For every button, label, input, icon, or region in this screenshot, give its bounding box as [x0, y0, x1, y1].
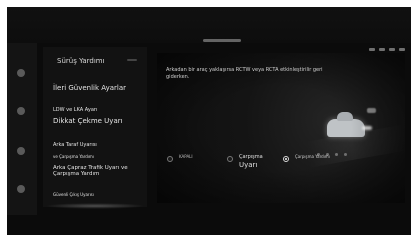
option-collision-assist[interactable]: Çarpışma Yardımı	[283, 154, 330, 162]
panel-title: Sürüş Yardımı	[57, 57, 105, 65]
description-text: Arkadan bir araç yaklaşırsa RCTW veya RC…	[166, 67, 323, 80]
option-label-line1: Çarpışma	[239, 154, 263, 160]
option-collision-warning[interactable]: Çarpışma Uyarı	[227, 154, 263, 169]
option-label: Çarpışma Yardımı	[295, 154, 330, 159]
status-icon	[369, 48, 375, 51]
radio-icon[interactable]	[227, 156, 233, 162]
nav-icon[interactable]	[17, 69, 25, 77]
radio-icon[interactable]	[167, 156, 173, 162]
radio-selected-icon[interactable]	[283, 156, 289, 162]
menu-item-rear-warning[interactable]: Arka Taraf Uyarısı	[53, 142, 145, 148]
panel-title-bar	[127, 59, 137, 61]
menu-item-safe-exit[interactable]: Güvenli Çıkış Uyarısı	[53, 192, 145, 197]
panel-glow	[45, 203, 145, 209]
menu-item-ldw-lka[interactable]: LDW ve LKA Ayarı	[53, 107, 145, 113]
menu-item-forward-safety[interactable]: İleri Güvenlik Ayarlar	[53, 84, 145, 92]
option-label: KAPALI	[179, 154, 193, 159]
top-indicator	[203, 39, 241, 42]
status-icon	[399, 48, 405, 51]
left-rail	[7, 43, 37, 215]
nav-icon[interactable]	[17, 147, 25, 155]
status-icon	[389, 48, 395, 51]
menu-item-driver-attention[interactable]: Dikkat Çekme Uyarı	[53, 117, 145, 125]
menu-item-collision-assist[interactable]: ve Çarpışma Yardımı	[53, 154, 145, 159]
option-label: Çarpışma Uyarı	[239, 154, 263, 169]
top-bar	[7, 7, 411, 43]
status-area	[347, 46, 405, 53]
option-label-line2: Uyarı	[239, 160, 258, 169]
head-unit-screen: Sürüş Yardımı İleri Güvenlik Ayarlar LDW…	[7, 7, 411, 235]
settings-panel: Sürüş Yardımı İleri Güvenlik Ayarlar LDW…	[43, 47, 147, 209]
nav-icon[interactable]	[17, 107, 25, 115]
option-off[interactable]: KAPALI	[167, 154, 193, 162]
status-icon	[379, 48, 385, 51]
main-content: Arkadan bir araç yaklaşırsa RCTW veya RC…	[157, 53, 405, 203]
nav-icon[interactable]	[17, 185, 25, 193]
menu-item-rear-cross-traffic[interactable]: Arka Çapraz Trafik Uyarı ve Çarpışma Yar…	[53, 165, 145, 178]
